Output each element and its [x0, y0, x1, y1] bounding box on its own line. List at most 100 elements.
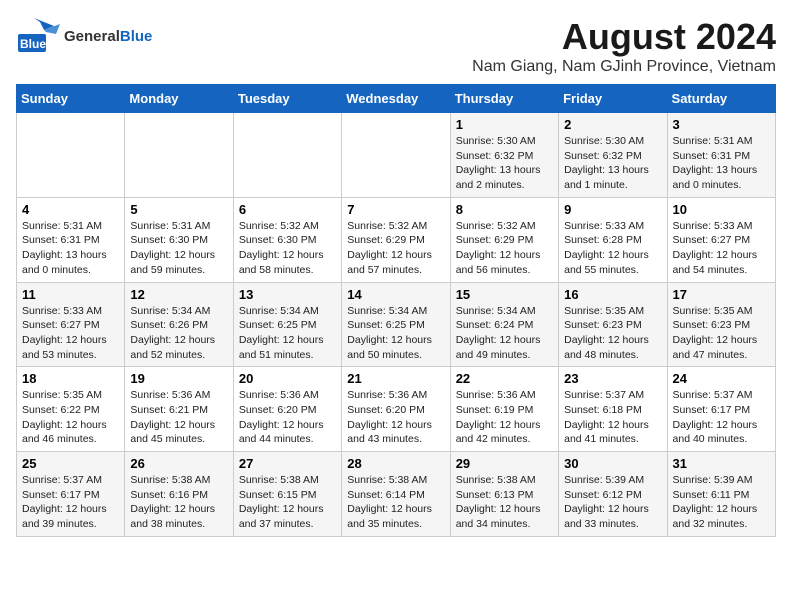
calendar-cell: 15 Sunrise: 5:34 AM Sunset: 6:24 PM Dayli…: [450, 282, 558, 367]
calendar-cell: 2Sunrise: 5:30 AM Sunset: 6:32 PM Daylig…: [559, 113, 667, 198]
day-number: 21: [347, 371, 444, 386]
day-number: 18: [22, 371, 119, 386]
calendar-cell: 11 Sunrise: 5:33 AM Sunset: 6:27 PM Dayli…: [17, 282, 125, 367]
calendar-week-3: 11 Sunrise: 5:33 AM Sunset: 6:27 PM Dayli…: [17, 282, 776, 367]
day-info: Sunrise: 5:37 AM Sunset: 6:17 PM Dayligh…: [673, 388, 770, 447]
day-info: Sunrise: 5:38 AM Sunset: 6:15 PM Dayligh…: [239, 473, 336, 532]
day-number: 14: [347, 287, 444, 302]
day-number: 15: [456, 287, 553, 302]
calendar-week-4: 18 Sunrise: 5:35 AM Sunset: 6:22 PM Dayli…: [17, 367, 776, 452]
day-number: 17: [673, 287, 770, 302]
calendar-table: SundayMondayTuesdayWednesdayThursdayFrid…: [16, 84, 776, 537]
day-info: Sunrise: 5:31 AM Sunset: 6:30 PM Dayligh…: [130, 219, 227, 278]
calendar-cell: 22Sunrise: 5:36 AM Sunset: 6:19 PM Dayli…: [450, 367, 558, 452]
weekday-header-friday: Friday: [559, 85, 667, 113]
calendar-cell: 19Sunrise: 5:36 AM Sunset: 6:21 PM Dayli…: [125, 367, 233, 452]
calendar-cell: 14 Sunrise: 5:34 AM Sunset: 6:25 PM Dayli…: [342, 282, 450, 367]
day-info: Sunrise: 5:39 AM Sunset: 6:12 PM Dayligh…: [564, 473, 661, 532]
day-number: 11: [22, 287, 119, 302]
calendar-cell: 6Sunrise: 5:32 AM Sunset: 6:30 PM Daylig…: [233, 197, 341, 282]
calendar-cell: 27 Sunrise: 5:38 AM Sunset: 6:15 PM Dayli…: [233, 452, 341, 537]
day-info: Sunrise: 5:33 AM Sunset: 6:27 PM Dayligh…: [673, 219, 770, 278]
calendar-cell: 24 Sunrise: 5:37 AM Sunset: 6:17 PM Dayli…: [667, 367, 775, 452]
day-number: 28: [347, 456, 444, 471]
day-number: 7: [347, 202, 444, 217]
calendar-cell: 10 Sunrise: 5:33 AM Sunset: 6:27 PM Dayli…: [667, 197, 775, 282]
day-number: 1: [456, 117, 553, 132]
day-number: 8: [456, 202, 553, 217]
day-number: 19: [130, 371, 227, 386]
day-number: 3: [673, 117, 770, 132]
weekday-header-tuesday: Tuesday: [233, 85, 341, 113]
day-info: Sunrise: 5:36 AM Sunset: 6:20 PM Dayligh…: [239, 388, 336, 447]
day-info: Sunrise: 5:34 AM Sunset: 6:25 PM Dayligh…: [239, 304, 336, 363]
day-number: 4: [22, 202, 119, 217]
day-info: Sunrise: 5:33 AM Sunset: 6:28 PM Dayligh…: [564, 219, 661, 278]
day-number: 10: [673, 202, 770, 217]
calendar-cell: 18 Sunrise: 5:35 AM Sunset: 6:22 PM Dayli…: [17, 367, 125, 452]
day-number: 30: [564, 456, 661, 471]
calendar-cell: [17, 113, 125, 198]
day-info: Sunrise: 5:34 AM Sunset: 6:25 PM Dayligh…: [347, 304, 444, 363]
calendar-cell: 8Sunrise: 5:32 AM Sunset: 6:29 PM Daylig…: [450, 197, 558, 282]
calendar-subtitle: Nam Giang, Nam GJinh Province, Vietnam: [472, 58, 776, 76]
title-section: August 2024 Nam Giang, Nam GJinh Provinc…: [472, 16, 776, 76]
calendar-cell: 20 Sunrise: 5:36 AM Sunset: 6:20 PM Dayli…: [233, 367, 341, 452]
day-number: 20: [239, 371, 336, 386]
weekday-header-thursday: Thursday: [450, 85, 558, 113]
logo-general-text: General: [64, 28, 120, 45]
weekday-header-monday: Monday: [125, 85, 233, 113]
calendar-title: August 2024: [472, 16, 776, 58]
day-info: Sunrise: 5:33 AM Sunset: 6:27 PM Dayligh…: [22, 304, 119, 363]
calendar-body: 1 Sunrise: 5:30 AM Sunset: 6:32 PM Daylig…: [17, 113, 776, 537]
day-number: 22: [456, 371, 553, 386]
logo-icon: Blue: [16, 16, 60, 59]
day-number: 29: [456, 456, 553, 471]
day-number: 9: [564, 202, 661, 217]
day-info: Sunrise: 5:37 AM Sunset: 6:18 PM Dayligh…: [564, 388, 661, 447]
day-info: Sunrise: 5:35 AM Sunset: 6:23 PM Dayligh…: [564, 304, 661, 363]
day-number: 2: [564, 117, 661, 132]
day-info: Sunrise: 5:35 AM Sunset: 6:22 PM Dayligh…: [22, 388, 119, 447]
day-info: Sunrise: 5:31 AM Sunset: 6:31 PM Dayligh…: [22, 219, 119, 278]
day-info: Sunrise: 5:38 AM Sunset: 6:16 PM Dayligh…: [130, 473, 227, 532]
day-info: Sunrise: 5:31 AM Sunset: 6:31 PM Dayligh…: [673, 134, 770, 193]
day-number: 12: [130, 287, 227, 302]
page-header: Blue GeneralBlue August 2024 Nam Giang, …: [16, 16, 776, 76]
calendar-cell: 23Sunrise: 5:37 AM Sunset: 6:18 PM Dayli…: [559, 367, 667, 452]
day-info: Sunrise: 5:32 AM Sunset: 6:30 PM Dayligh…: [239, 219, 336, 278]
calendar-cell: 30 Sunrise: 5:39 AM Sunset: 6:12 PM Dayli…: [559, 452, 667, 537]
logo-blue-text: Blue: [120, 28, 153, 45]
day-info: Sunrise: 5:39 AM Sunset: 6:11 PM Dayligh…: [673, 473, 770, 532]
calendar-cell: 16Sunrise: 5:35 AM Sunset: 6:23 PM Dayli…: [559, 282, 667, 367]
day-info: Sunrise: 5:30 AM Sunset: 6:32 PM Dayligh…: [456, 134, 553, 193]
day-info: Sunrise: 5:34 AM Sunset: 6:26 PM Dayligh…: [130, 304, 227, 363]
day-info: Sunrise: 5:37 AM Sunset: 6:17 PM Dayligh…: [22, 473, 119, 532]
day-number: 26: [130, 456, 227, 471]
calendar-cell: 17 Sunrise: 5:35 AM Sunset: 6:23 PM Dayli…: [667, 282, 775, 367]
calendar-week-2: 4 Sunrise: 5:31 AM Sunset: 6:31 PM Daylig…: [17, 197, 776, 282]
calendar-cell: 29Sunrise: 5:38 AM Sunset: 6:13 PM Dayli…: [450, 452, 558, 537]
day-info: Sunrise: 5:35 AM Sunset: 6:23 PM Dayligh…: [673, 304, 770, 363]
day-info: Sunrise: 5:34 AM Sunset: 6:24 PM Dayligh…: [456, 304, 553, 363]
day-info: Sunrise: 5:36 AM Sunset: 6:20 PM Dayligh…: [347, 388, 444, 447]
calendar-cell: 9 Sunrise: 5:33 AM Sunset: 6:28 PM Daylig…: [559, 197, 667, 282]
calendar-cell: 5 Sunrise: 5:31 AM Sunset: 6:30 PM Daylig…: [125, 197, 233, 282]
svg-text:Blue: Blue: [20, 37, 46, 51]
calendar-cell: 3 Sunrise: 5:31 AM Sunset: 6:31 PM Daylig…: [667, 113, 775, 198]
calendar-cell: 21 Sunrise: 5:36 AM Sunset: 6:20 PM Dayli…: [342, 367, 450, 452]
calendar-cell: 13Sunrise: 5:34 AM Sunset: 6:25 PM Dayli…: [233, 282, 341, 367]
calendar-cell: 12 Sunrise: 5:34 AM Sunset: 6:26 PM Dayli…: [125, 282, 233, 367]
day-number: 25: [22, 456, 119, 471]
weekday-header-wednesday: Wednesday: [342, 85, 450, 113]
calendar-cell: 31Sunrise: 5:39 AM Sunset: 6:11 PM Dayli…: [667, 452, 775, 537]
weekday-header-sunday: Sunday: [17, 85, 125, 113]
day-number: 5: [130, 202, 227, 217]
calendar-cell: 25 Sunrise: 5:37 AM Sunset: 6:17 PM Dayli…: [17, 452, 125, 537]
calendar-week-5: 25 Sunrise: 5:37 AM Sunset: 6:17 PM Dayli…: [17, 452, 776, 537]
day-number: 24: [673, 371, 770, 386]
weekday-header-row: SundayMondayTuesdayWednesdayThursdayFrid…: [17, 85, 776, 113]
day-number: 27: [239, 456, 336, 471]
calendar-header: SundayMondayTuesdayWednesdayThursdayFrid…: [17, 85, 776, 113]
calendar-cell: [125, 113, 233, 198]
